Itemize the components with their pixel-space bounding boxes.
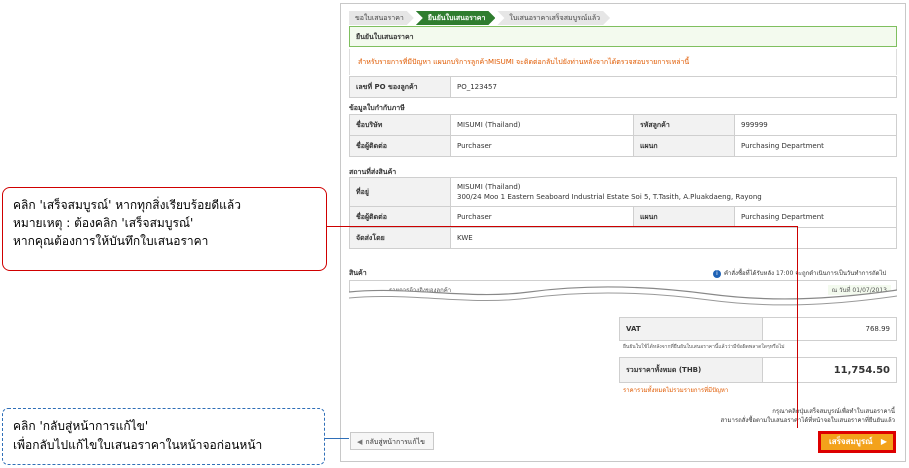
carrier-label: จัดส่งโดย xyxy=(349,227,451,249)
cutoff-info: i คำสั่งซื้อที่ได้รับหลัง 17:00 จะถูกดำเน… xyxy=(713,268,886,278)
address-line2: 300/24 Moo 1 Eastern Seaboard Industrial… xyxy=(457,193,762,201)
grand-total-table: รวมราคาทั้งหมด (THB) 11,754.50 xyxy=(619,357,897,383)
total-value: 11,754.50 xyxy=(762,357,897,383)
shipping-contact-value: Purchaser xyxy=(450,206,634,228)
address-line1: MISUMI (Thailand) xyxy=(457,183,521,191)
complete-callout-line2: หมายเหตุ : ต้องคลิก 'เสร็จสมบูรณ์' xyxy=(13,216,194,230)
red-connector-h xyxy=(327,226,797,227)
quote-confirmation-panel: ขอใบเสนอราคา ยืนยันใบเสนอราคา ใบเสนอราคา… xyxy=(340,3,906,462)
torn-edge xyxy=(349,286,897,312)
customer-code-value: 999999 xyxy=(734,114,897,136)
shipping-contact-label: ชื่อผู้ติดต่อ xyxy=(349,206,451,228)
triangle-right-icon: ▶ xyxy=(880,437,887,446)
complete-callout-line3: หากคุณต้องการให้บันทึกใบเสนอราคา xyxy=(13,234,209,248)
back-to-edit-button[interactable]: ◀ กลับสู่หน้าการแก้ไข xyxy=(350,432,434,450)
address-value: MISUMI (Thailand) 300/24 Moo 1 Eastern S… xyxy=(450,177,897,207)
complete-callout: คลิก 'เสร็จสมบูรณ์' หากทุกสิ่งเรียบร้อยด… xyxy=(2,187,327,271)
customer-code-label: รหัสลูกค้า xyxy=(633,114,735,136)
shipping-dept-label: แผนก xyxy=(633,206,735,228)
shipping-table: ที่อยู่ MISUMI (Thailand) 300/24 Moo 1 E… xyxy=(349,177,897,249)
problem-notice: สำหรับรายการที่มีปัญหา แผนกบริการลูกค้าM… xyxy=(349,49,897,75)
blue-connector xyxy=(325,438,349,439)
billing-contact-label: ชื่อผู้ติดต่อ xyxy=(349,135,451,157)
company-label: ชื่อบริษัท xyxy=(349,114,451,136)
vat-label: VAT xyxy=(619,317,763,341)
billing-title: ข้อมูลใบกำกับภาษี xyxy=(349,104,405,112)
bottom-line1: กรุณาคลิกปุ่มเสร็จสมบูรณ์เพื่อทำใบเสนอรา… xyxy=(772,408,895,415)
carrier-value: KWE xyxy=(450,227,897,249)
vat-value: 768.99 xyxy=(762,317,897,341)
address-label: ที่อยู่ xyxy=(349,177,451,207)
bottom-instructions: กรุณาคลิกปุ่มเสร็จสมบูรณ์เพื่อทำใบเสนอรา… xyxy=(721,407,895,425)
totals-note: ยืนยันใบใช้ได้หลังจากที่ยืนยันใบเสนอราคา… xyxy=(623,344,785,350)
triangle-left-icon: ◀ xyxy=(357,438,363,446)
complete-callout-line1: คลิก 'เสร็จสมบูรณ์' หากทุกสิ่งเรียบร้อยด… xyxy=(13,198,241,212)
complete-button-label: เสร็จสมบูรณ์ xyxy=(829,437,873,446)
products-title: สินค้า xyxy=(349,269,367,277)
bottom-line2: สามารถสั่งซื้อตามใบเสนอราคาได้ที่หน้าจอใ… xyxy=(720,417,895,424)
po-label: เลขที่ PO ของลูกค้า xyxy=(349,76,451,98)
billing-dept-label: แผนก xyxy=(633,135,735,157)
company-value: MISUMI (Thailand) xyxy=(450,114,634,136)
progress-steps: ขอใบเสนอราคา ยืนยันใบเสนอราคา ใบเสนอราคา… xyxy=(349,11,612,25)
page-title: ยืนยันใบเสนอราคา xyxy=(349,26,897,47)
po-value: PO_123457 xyxy=(450,76,897,98)
back-callout-line2: เพื่อกลับไปแก้ไขใบเสนอราคาในหน้าจอก่อนหน… xyxy=(13,438,263,452)
cutoff-text: คำสั่งซื้อที่ได้รับหลัง 17:00 จะถูกดำเนิ… xyxy=(724,270,887,277)
step-confirm-quote: ยืนยันใบเสนอราคา xyxy=(416,11,496,25)
totals-table: VAT 768.99 xyxy=(619,317,897,341)
billing-dept-value: Purchasing Department xyxy=(734,135,897,157)
info-icon: i xyxy=(713,270,721,278)
billing-contact-value: Purchaser xyxy=(450,135,634,157)
step-request-quote: ขอใบเสนอราคา xyxy=(349,11,414,25)
back-button-label: กลับสู่หน้าการแก้ไข xyxy=(365,438,425,446)
total-note: ราคารวมทั้งหมดไม่รวมรายการที่มีปัญหา xyxy=(623,387,729,394)
complete-button[interactable]: เสร็จสมบูรณ์ ▶ xyxy=(818,431,896,453)
po-table: เลขที่ PO ของลูกค้า PO_123457 xyxy=(349,76,897,98)
back-callout-line1: คลิก 'กลับสู่หน้าการแก้ไข' xyxy=(13,419,149,433)
red-connector-v xyxy=(797,226,798,428)
total-label: รวมราคาทั้งหมด (THB) xyxy=(619,357,763,383)
shipping-dept-value: Purchasing Department xyxy=(734,206,897,228)
billing-table: ชื่อบริษัท MISUMI (Thailand) รหัสลูกค้า … xyxy=(349,114,897,157)
back-callout: คลิก 'กลับสู่หน้าการแก้ไข' เพื่อกลับไปแก… xyxy=(2,408,325,465)
step-quote-complete: ใบเสนอราคาเสร็จสมบูรณ์แล้ว xyxy=(497,11,610,25)
